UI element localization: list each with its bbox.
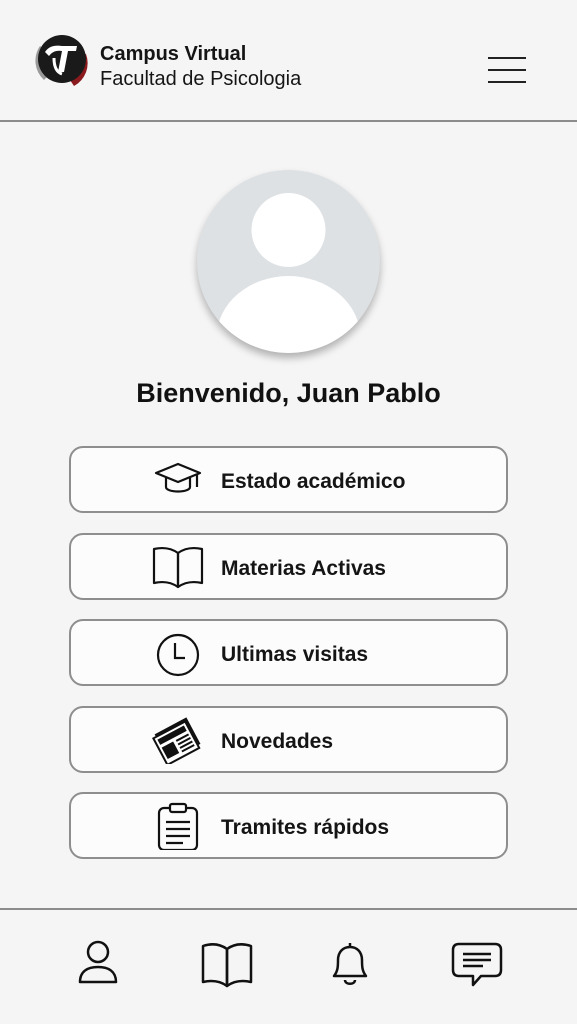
welcome-message: Bienvenido, Juan Pablo xyxy=(136,378,441,408)
bell-icon[interactable] xyxy=(322,938,378,990)
graduation-cap-icon xyxy=(154,462,202,493)
menu-item-estado-academico[interactable]: Estado académico xyxy=(69,446,508,513)
newspaper-icon xyxy=(152,717,201,764)
menu-item-label: Novedades xyxy=(221,730,334,753)
menu-item-novedades[interactable]: Novedades xyxy=(69,706,508,773)
clock-icon xyxy=(156,633,200,677)
menu-item-label: Estado académico xyxy=(221,470,406,493)
menu-item-materias-activas[interactable]: Materias Activas xyxy=(69,533,508,600)
user-icon[interactable] xyxy=(70,938,126,990)
clipboard-icon xyxy=(157,802,199,850)
chat-icon[interactable] xyxy=(449,938,505,990)
menu-item-ultimas-visitas[interactable]: Ultimas visitas xyxy=(69,619,508,686)
hamburger-menu-icon[interactable] xyxy=(486,54,528,86)
app-header: Campus Virtual Facultad de Psicologia xyxy=(0,0,577,122)
bottom-navigation xyxy=(0,908,577,1024)
app-title: Campus Virtual xyxy=(100,43,247,65)
menu-item-label: Materias Activas xyxy=(221,557,386,580)
avatar-placeholder-icon xyxy=(216,193,361,353)
book-icon[interactable] xyxy=(199,938,255,990)
menu-item-tramites-rapidos[interactable]: Tramites rápidos xyxy=(69,792,508,859)
menu-item-label: Tramites rápidos xyxy=(221,816,390,839)
user-avatar[interactable] xyxy=(197,170,380,353)
open-book-icon xyxy=(152,546,204,589)
university-logo xyxy=(35,35,88,86)
menu-item-label: Ultimas visitas xyxy=(221,643,369,666)
app-subtitle: Facultad de Psicologia xyxy=(100,68,302,90)
